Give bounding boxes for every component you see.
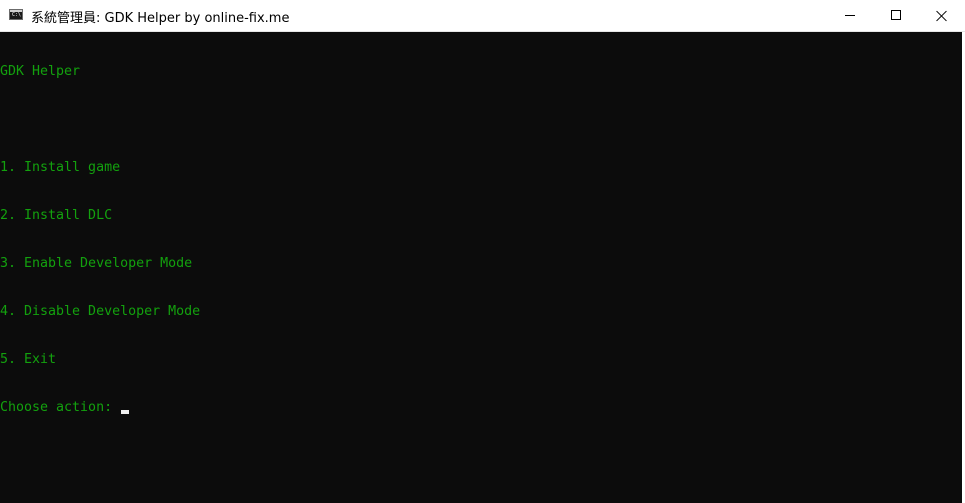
window-controls: [827, 0, 965, 31]
icon-prompt-text: C:\: [12, 12, 22, 18]
menu-item-exit: 5. Exit: [0, 352, 57, 367]
menu-item-disable-developer-mode: 4. Disable Developer Mode: [0, 304, 201, 319]
close-icon: [936, 10, 947, 21]
window-title: 系統管理員: GDK Helper by online-fix.me: [31, 11, 290, 26]
text-cursor: [121, 410, 130, 414]
prompt-line[interactable]: Choose action:: [0, 400, 962, 416]
menu-item-enable-developer-mode: 3. Enable Developer Mode: [0, 256, 193, 271]
console-window-icon[interactable]: C:\: [9, 9, 23, 20]
console-window: C:\ 系統管理員: GDK Helper by online-fix.me G…: [0, 0, 965, 503]
maximize-icon: [891, 10, 901, 20]
maximize-button[interactable]: [873, 0, 919, 31]
close-button[interactable]: [919, 0, 965, 31]
title-bar[interactable]: C:\ 系統管理員: GDK Helper by online-fix.me: [0, 0, 965, 32]
menu-item-install-dlc: 2. Install DLC: [0, 208, 113, 223]
prompt-label: Choose action:: [0, 400, 121, 415]
menu-item-install-game: 1. Install game: [0, 160, 121, 175]
console-header: GDK Helper: [0, 64, 81, 79]
minimize-button[interactable]: [827, 0, 873, 31]
console-output[interactable]: GDK Helper 1. Install game 2. Install DL…: [0, 32, 962, 503]
minimize-icon: [845, 15, 855, 16]
